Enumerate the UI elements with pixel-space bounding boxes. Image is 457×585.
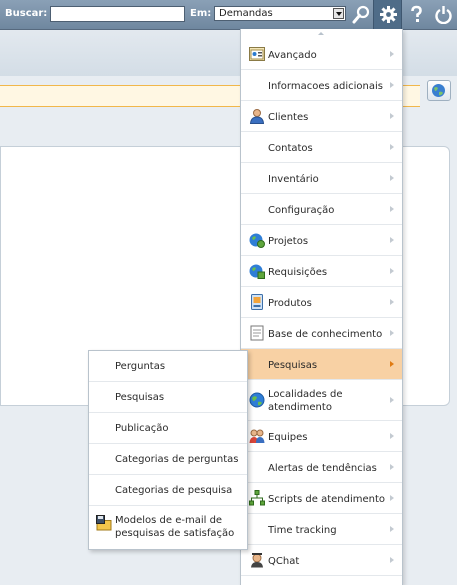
submenu-item-label: Pesquisas bbox=[115, 392, 165, 403]
question-mark-icon bbox=[411, 5, 422, 22]
search-label: Buscar: bbox=[5, 8, 48, 19]
chat-icon bbox=[251, 553, 263, 568]
menu-item-clientes[interactable]: Clientes bbox=[241, 101, 402, 132]
chevron-right-icon bbox=[390, 361, 394, 367]
menu-item-qchat[interactable]: QChat bbox=[241, 545, 402, 576]
menu-item-base-de-conhecimento[interactable]: Base de conhecimento bbox=[241, 318, 402, 349]
chevron-right-icon bbox=[390, 557, 394, 563]
chevron-right-icon bbox=[390, 51, 394, 57]
menu-item-label: Inventário bbox=[268, 174, 319, 185]
chevron-right-icon bbox=[390, 433, 394, 439]
person-icon bbox=[249, 109, 265, 124]
magnifier-icon bbox=[352, 5, 370, 24]
menu-item-contatos[interactable]: Contatos bbox=[241, 132, 402, 163]
advanced-icon bbox=[249, 47, 265, 61]
chevron-right-icon bbox=[390, 397, 394, 403]
menu-item-inventario[interactable]: Inventário bbox=[241, 163, 402, 194]
search-scope-label: Em: bbox=[190, 8, 212, 19]
submenu-item-modelos-de-email[interactable]: Modelos de e-mail de pesquisas de satisf… bbox=[89, 506, 247, 548]
top-toolbar: Buscar: Em: Demandas bbox=[0, 0, 457, 30]
submenu-item-perguntas[interactable]: Perguntas bbox=[89, 351, 247, 382]
menu-item-label: Contatos bbox=[268, 143, 313, 154]
chevron-right-icon bbox=[390, 268, 394, 274]
menu-item-label: Alertas de tendências bbox=[268, 463, 377, 474]
team-icon bbox=[249, 429, 265, 443]
menu-item-label: Requisições bbox=[268, 267, 328, 278]
menu-item-configuracao[interactable]: Configuração bbox=[241, 194, 402, 225]
power-icon bbox=[435, 6, 452, 24]
menu-item-label: Localidades de atendimento bbox=[268, 389, 343, 413]
search-scope-value: Demandas bbox=[219, 8, 273, 19]
chevron-right-icon bbox=[390, 82, 394, 88]
chevron-right-icon bbox=[390, 113, 394, 119]
menu-item-label: Produtos bbox=[268, 298, 312, 309]
products-icon bbox=[251, 294, 263, 310]
menu-item-label: Equipes bbox=[268, 432, 308, 443]
chevron-right-icon bbox=[390, 526, 394, 532]
search-input[interactable] bbox=[50, 6, 185, 22]
settings-menu: Avançado Informacoes adicionais Clientes… bbox=[240, 29, 403, 585]
search-scope-select[interactable]: Demandas bbox=[214, 6, 346, 21]
projects-icon bbox=[249, 233, 265, 248]
chevron-right-icon bbox=[390, 237, 394, 243]
menu-item-requisicoes[interactable]: Requisições bbox=[241, 256, 402, 287]
surveys-submenu: Perguntas Pesquisas Publicação Categoria… bbox=[88, 350, 248, 550]
menu-item-label: Scripts de atendimento bbox=[268, 494, 386, 505]
settings-button[interactable] bbox=[373, 0, 402, 29]
menu-item-label: Clientes bbox=[268, 112, 309, 123]
globe-icon bbox=[249, 392, 265, 408]
menu-item-produtos[interactable]: Produtos bbox=[241, 287, 402, 318]
menu-item-label: Configuração bbox=[268, 205, 335, 216]
menu-item-equipes[interactable]: Equipes bbox=[241, 421, 402, 452]
submenu-item-categorias-de-perguntas[interactable]: Categorias de perguntas bbox=[89, 444, 247, 475]
menu-item-scripts-de-atendimento[interactable]: Scripts de atendimento bbox=[241, 483, 402, 514]
chevron-right-icon bbox=[390, 175, 394, 181]
submenu-item-label: Modelos de e-mail de pesquisas de satisf… bbox=[115, 515, 235, 539]
chevron-right-icon bbox=[390, 144, 394, 150]
scroll-up-indicator[interactable] bbox=[241, 29, 402, 38]
submenu-item-label: Publicação bbox=[115, 423, 169, 434]
help-button[interactable] bbox=[402, 0, 431, 29]
menu-item-localidades-de-atendimento[interactable]: Localidades de atendimento bbox=[241, 380, 402, 421]
submenu-item-label: Perguntas bbox=[115, 361, 166, 372]
search-button[interactable] bbox=[347, 0, 376, 29]
menu-item-label: Pesquisas bbox=[268, 360, 318, 371]
globe-icon bbox=[432, 84, 445, 97]
menu-item-time-tracking[interactable]: Time tracking bbox=[241, 514, 402, 545]
chevron-right-icon bbox=[390, 464, 394, 470]
save-folder-icon bbox=[96, 515, 112, 531]
menu-item-avancado[interactable]: Avançado bbox=[241, 39, 402, 70]
requests-icon bbox=[249, 264, 265, 279]
submenu-item-label: Categorias de perguntas bbox=[115, 454, 239, 465]
menu-item-label: Avançado bbox=[268, 50, 317, 61]
menu-item-alertas-de-tendencias[interactable]: Alertas de tendências bbox=[241, 452, 402, 483]
menu-item-label: Time tracking bbox=[268, 525, 337, 536]
submenu-item-categorias-de-pesquisa[interactable]: Categorias de pesquisa bbox=[89, 475, 247, 506]
menu-item-projetos[interactable]: Projetos bbox=[241, 225, 402, 256]
scripts-icon bbox=[249, 490, 265, 506]
gear-icon bbox=[380, 6, 397, 23]
menu-item-label: Base de conhecimento bbox=[268, 329, 383, 340]
chevron-right-icon bbox=[390, 206, 394, 212]
menu-item-label: QChat bbox=[268, 556, 300, 567]
menu-item-pesquisas[interactable]: Pesquisas bbox=[241, 349, 402, 380]
menu-item-informacoes-adicionais[interactable]: Informacoes adicionais bbox=[241, 70, 402, 101]
language-button[interactable] bbox=[427, 80, 451, 101]
submenu-item-pesquisas[interactable]: Pesquisas bbox=[89, 382, 247, 413]
chevron-right-icon bbox=[390, 299, 394, 305]
knowledge-icon bbox=[250, 325, 264, 341]
logout-button[interactable] bbox=[429, 0, 457, 29]
submenu-item-publicacao[interactable]: Publicação bbox=[89, 413, 247, 444]
submenu-item-label: Categorias de pesquisa bbox=[115, 485, 233, 496]
chevron-right-icon bbox=[390, 495, 394, 501]
menu-item-label: Projetos bbox=[268, 236, 309, 247]
menu-item-label: Informacoes adicionais bbox=[268, 81, 383, 92]
chevron-right-icon bbox=[390, 330, 394, 336]
chevron-down-icon[interactable] bbox=[333, 8, 344, 19]
